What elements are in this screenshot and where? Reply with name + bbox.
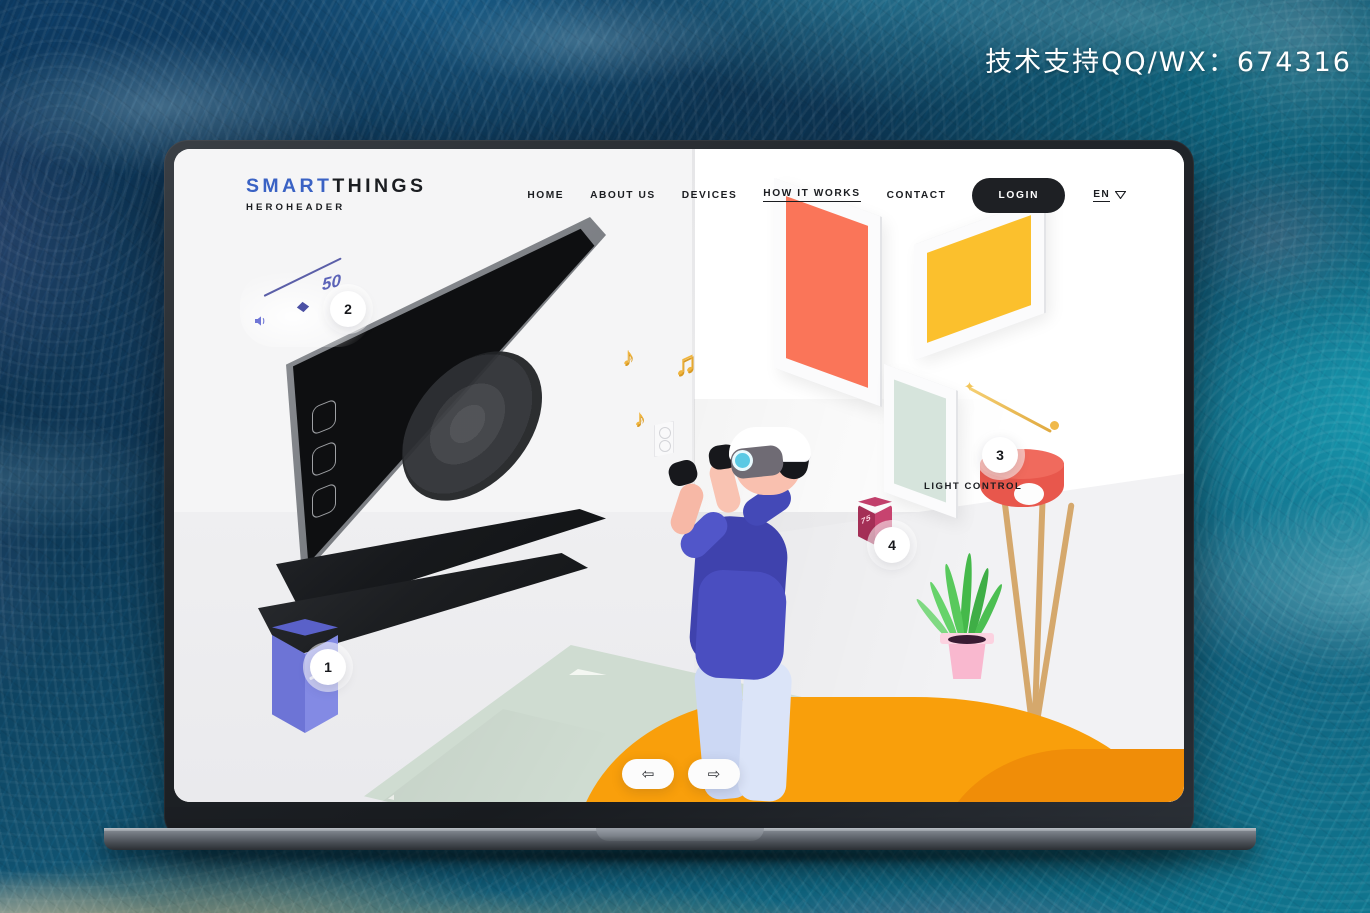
beam-line xyxy=(969,387,1052,434)
carousel-controls: ⇦ ⇨ xyxy=(622,759,740,789)
laptop-base xyxy=(104,828,1256,850)
beam-tip xyxy=(1050,421,1059,430)
marker-3-smart-lamp[interactable]: 3 xyxy=(982,437,1018,473)
watermark-text: 技术支持QQ/WX：674316 xyxy=(985,47,1352,78)
site-header: SMARTTHINGS HEROHEADER HOME ABOUT US DEV… xyxy=(174,149,1184,241)
laptop-lid: ✦ ♪ ♫ ♪ 50 75 LIGHT CONTROL 1 2 3 4 ⇦ ⇨ … xyxy=(164,140,1194,840)
brand-name-primary: SMART xyxy=(246,174,333,197)
nav-item-home[interactable]: HOME xyxy=(527,190,564,201)
picture-frame-green xyxy=(884,363,956,519)
laptop-base-notch xyxy=(596,828,764,841)
nav-item-how-it-works[interactable]: HOW IT WORKS xyxy=(763,188,861,202)
potted-plant xyxy=(914,549,1010,679)
laptop-mockup: ✦ ♪ ♫ ♪ 50 75 LIGHT CONTROL 1 2 3 4 ⇦ ⇨ … xyxy=(104,140,1256,864)
brand-name-secondary: THINGS xyxy=(332,174,427,197)
carousel-next-button[interactable]: ⇨ xyxy=(688,759,740,789)
hero-illustration: ✦ ♪ ♫ ♪ 50 75 LIGHT CONTROL 1 2 3 4 ⇦ ⇨ xyxy=(174,149,1184,802)
language-selector[interactable]: EN xyxy=(1093,189,1126,202)
speaker-left-face xyxy=(272,635,305,733)
music-note-icon-3: ♪ xyxy=(634,403,645,432)
laptop-screen: ✦ ♪ ♫ ♪ 50 75 LIGHT CONTROL 1 2 3 4 ⇦ ⇨ … xyxy=(174,149,1184,802)
music-note-icon-2: ♫ xyxy=(674,344,697,383)
plant-soil xyxy=(948,635,986,644)
brand-tagline: HEROHEADER xyxy=(246,202,346,214)
language-code: EN xyxy=(1093,188,1110,202)
music-note-icon-1: ♪ xyxy=(622,341,634,372)
smart-speaker-device[interactable] xyxy=(262,619,350,749)
nav-item-about-us[interactable]: ABOUT US xyxy=(590,190,656,201)
carousel-prev-button[interactable]: ⇦ xyxy=(622,759,674,789)
main-navigation: HOME ABOUT US DEVICES HOW IT WORKS CONTA… xyxy=(527,177,1126,213)
chevron-down-icon xyxy=(1115,191,1126,199)
light-control-label: LIGHT CONTROL xyxy=(924,481,1023,492)
vr-user-character xyxy=(666,421,844,802)
nav-item-devices[interactable]: DEVICES xyxy=(682,190,738,201)
marker-1-smart-speaker[interactable]: 1 xyxy=(310,649,346,685)
vr-headset-lens xyxy=(735,453,750,468)
laptop-base-shadow xyxy=(120,848,1240,864)
light-beam-icon: ✦ xyxy=(964,377,1064,447)
login-button[interactable]: LOGIN xyxy=(972,177,1066,213)
marker-2-tv-volume[interactable]: 2 xyxy=(330,291,366,327)
character-leg-right xyxy=(737,659,793,802)
marker-4-thermostat[interactable]: 4 xyxy=(874,527,910,563)
character-torso-lower xyxy=(694,568,788,682)
speaker-icon xyxy=(255,316,265,326)
nav-item-contact[interactable]: CONTACT xyxy=(887,190,947,201)
brand-logo[interactable]: SMARTTHINGS HEROHEADER xyxy=(246,174,427,214)
